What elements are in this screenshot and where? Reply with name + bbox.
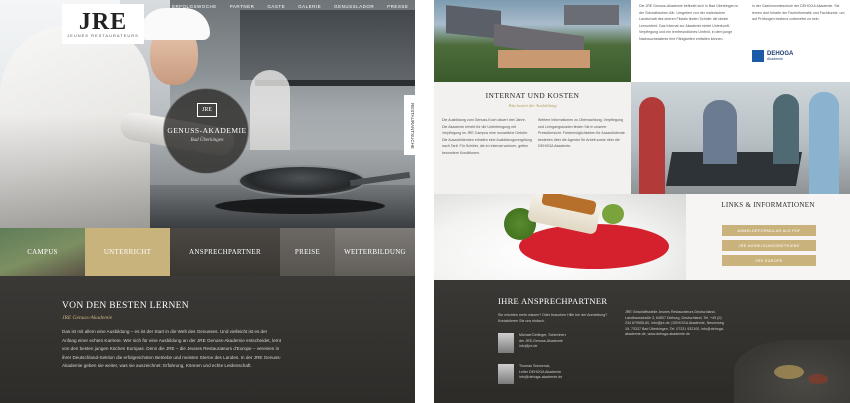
emblem-title: GENUSS-AKADEMIE [167, 126, 247, 135]
links-heading: LINKS & INFORMATIONEN [721, 201, 815, 209]
jre-europe-button[interactable]: JRE EUROPE [722, 255, 816, 266]
building-wall [498, 50, 590, 68]
building-roof [446, 5, 501, 39]
dark-dish-photo [734, 340, 850, 403]
learn-section: VON DEN BESTEN LERNEN JRE Genuss-Akademi… [0, 276, 415, 403]
internat-text-col1: Die Ausbildung zum Genuss-Koch dauert dr… [442, 118, 532, 155]
person-email[interactable]: info@jre.de [519, 344, 566, 350]
herb-garnish-small [602, 204, 624, 224]
person-email[interactable]: info@dehoga-akademie.de [519, 375, 562, 381]
section-body: Das ist mit allem eine Ausbildung – es i… [62, 329, 282, 369]
logo-mark: JRE [78, 8, 128, 35]
contact-heading: IHRE ANSPRECHPARTNER [498, 296, 608, 306]
plated-dish-photo [434, 194, 686, 280]
restaurant-search-tab[interactable]: RESTAURANTSUCHE [404, 95, 415, 155]
internat-subheading: Was kostet die Ausbildung [508, 103, 557, 108]
nav-item-erfolgswoche[interactable]: ERFOLGSWOCHE [172, 4, 217, 9]
links-section: LINKS & INFORMATIONEN ANMELDEFORMULAR AL… [686, 194, 850, 280]
emblem-subtitle: Bad Überkingen [190, 138, 224, 143]
dehoga-logo[interactable]: DEHOGA Akademie [752, 50, 793, 62]
nav-item-galerie[interactable]: GALERIE [298, 4, 321, 9]
nav-item-partner[interactable]: PARTNER [230, 4, 255, 9]
internat-heading: INTERNAT UND KOSTEN [485, 91, 580, 100]
tile-unterricht[interactable]: UNTERRICHT [85, 228, 170, 276]
page: JRE JEUNES RESTAURATEURS ERFOLGSWOCHE PA… [0, 0, 850, 403]
nav-item-genusslador[interactable]: GENUSSLADOR [334, 4, 374, 9]
person-info: Michael Dellinger, Schirmherr der JRE-Ge… [519, 333, 566, 353]
section-heading: VON DEN BESTEN LERNEN [62, 301, 189, 311]
person-photo [498, 333, 514, 353]
student-figure [809, 92, 839, 194]
main-nav: ERFOLGSWOCHE PARTNER GASTE GALERIE GENUS… [172, 4, 408, 9]
internat-text-col2: Weitere Informationen zu Übernachtung, V… [538, 118, 625, 149]
person-name: Michael Dellinger, Schirmherr [519, 333, 566, 337]
contact-person: Thomas Schwenck, Leiter DEHOGA Akademie … [498, 364, 562, 384]
anmeldeformular-button[interactable]: ANMELDEFORMULAR ALS PDF [722, 225, 816, 236]
campus-building-photo [434, 0, 631, 82]
ausbildungsbetriebe-button[interactable]: JRE AUSBILDUNGSBETRIEBE [722, 240, 816, 251]
logo-subtitle: JEUNES RESTAURATEURS [67, 32, 139, 38]
student-figure [639, 97, 665, 194]
contact-person: Michael Dellinger, Schirmherr der JRE-Ge… [498, 333, 566, 353]
right-page-preview: Die JRE Genuss-Akademie befindet sich in… [434, 0, 850, 403]
jre-logo[interactable]: JRE JEUNES RESTAURATEURS [62, 4, 144, 44]
students-photo [631, 82, 850, 194]
category-tiles: CAMPUS UNTERRICHT ANSPRECHPARTNER PREISE… [0, 228, 415, 276]
academy-emblem: JRE GENUSS-AKADEMIE Bad Überkingen [163, 88, 249, 174]
dehoga-sub: Akademie [767, 57, 783, 61]
tile-preise[interactable]: PREISE [280, 228, 335, 276]
internat-section: INTERNAT UND KOSTEN Was kostet die Ausbi… [434, 82, 631, 194]
section-subheading: JRE Genuss-Akademie [62, 315, 113, 321]
dish-garnish [808, 374, 828, 384]
campus-intro-text-2: in der Gastronomieschule der DEHOGA Akad… [752, 4, 845, 21]
student-figure [773, 94, 799, 164]
contact-address: JRE Geschäftsstelle Jeunes Restaurateurs… [625, 310, 724, 336]
nav-item-presse[interactable]: PRESSE [387, 4, 408, 9]
tile-ansprechpartner[interactable]: ANSPRECHPARTNER [170, 228, 280, 276]
emblem-mark: JRE [197, 103, 217, 117]
tile-campus[interactable]: CAMPUS [0, 228, 85, 276]
contact-section: IHRE ANSPRECHPARTNER Sie möchten mehr wi… [434, 280, 850, 403]
building-roof-right [564, 5, 619, 25]
person-info: Thomas Schwenck, Leiter DEHOGA Akademie … [519, 364, 562, 384]
contact-intro: Sie möchten mehr wissen? Oder brauchen H… [498, 313, 608, 323]
dehoga-icon [752, 50, 764, 62]
left-page-preview: JRE JEUNES RESTAURATEURS ERFOLGSWOCHE PA… [0, 0, 415, 403]
dish-garnish [774, 365, 804, 379]
nav-item-gaste[interactable]: GASTE [267, 4, 285, 9]
person-photo [498, 364, 514, 384]
tile-weiterbildung[interactable]: WEITERBILDUNG [335, 228, 415, 276]
campus-intro-text: Die JRE Genuss-Akademie befindet sich in… [639, 4, 739, 41]
student-figure [703, 100, 737, 164]
